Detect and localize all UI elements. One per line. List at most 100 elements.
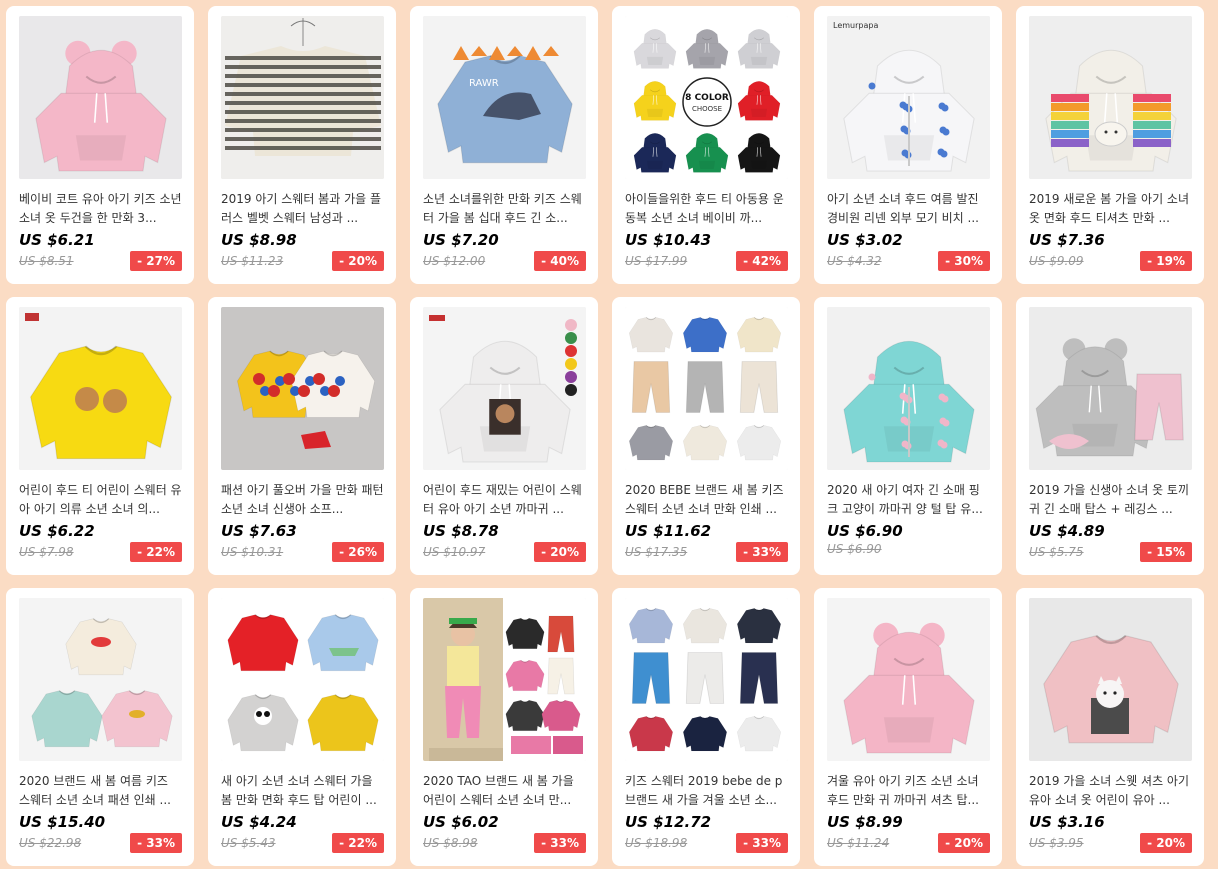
product-grid: 베이비 코트 유아 아기 키즈 소년 소녀 옷 두건을 한 만화 3... US… bbox=[6, 6, 1204, 866]
original-price: US $5.75 bbox=[1029, 545, 1084, 559]
product-image[interactable] bbox=[19, 307, 182, 470]
product-title[interactable]: 어린이 후드 티 어린이 스웨터 유아 아기 의류 소년 소녀 의... bbox=[19, 481, 182, 519]
original-price: US $17.99 bbox=[625, 254, 688, 268]
original-price: US $10.97 bbox=[423, 545, 486, 559]
product-card[interactable]: 2019 가을 소녀 스웻 셔츠 아기 유아 소녀 옷 어린이 유아 ... U… bbox=[1016, 588, 1204, 866]
original-price: US $8.51 bbox=[19, 254, 74, 268]
price-row: US $17.35 - 33% bbox=[625, 542, 788, 562]
product-image[interactable] bbox=[625, 598, 788, 761]
product-title[interactable]: 2020 BEBE 브랜드 새 봄 키즈 스웨터 소년 소녀 만화 인쇄 ... bbox=[625, 481, 788, 519]
price-row: US $4.32 - 30% bbox=[827, 251, 990, 271]
original-price: US $18.98 bbox=[625, 836, 688, 850]
discount-badge: - 20% bbox=[1140, 833, 1192, 853]
discount-badge: - 27% bbox=[130, 251, 182, 271]
price-row: US $18.98 - 33% bbox=[625, 833, 788, 853]
product-image[interactable] bbox=[19, 16, 182, 179]
product-image[interactable] bbox=[221, 307, 384, 470]
discount-badge: - 20% bbox=[332, 251, 384, 271]
discount-badge: - 22% bbox=[332, 833, 384, 853]
product-price: US $6.21 bbox=[19, 231, 95, 249]
product-card[interactable]: 2020 BEBE 브랜드 새 봄 키즈 스웨터 소년 소녀 만화 인쇄 ...… bbox=[612, 297, 800, 575]
product-title[interactable]: 어린이 후드 재밌는 어린이 스웨터 유아 아기 소년 까마귀 ... bbox=[423, 481, 586, 519]
product-card[interactable]: 베이비 코트 유아 아기 키즈 소년 소녀 옷 두건을 한 만화 3... US… bbox=[6, 6, 194, 284]
product-image[interactable] bbox=[625, 307, 788, 470]
discount-badge: - 40% bbox=[534, 251, 586, 271]
original-price: US $9.09 bbox=[1029, 254, 1084, 268]
product-price: US $3.16 bbox=[1029, 813, 1105, 831]
product-card[interactable]: RAWR 소년 소녀를위한 만화 키즈 스웨터 가을 봄 십대 후드 긴 소..… bbox=[410, 6, 598, 284]
product-card[interactable]: 2019 아기 스웨터 봄과 가을 플러스 벨벳 스웨터 남성과 ... US … bbox=[208, 6, 396, 284]
product-card[interactable]: 2019 가을 신생아 소녀 옷 토끼 귀 긴 소매 탑스 + 레깅스 ... … bbox=[1016, 297, 1204, 575]
price-row: US $11.23 - 20% bbox=[221, 251, 384, 271]
original-price: US $17.35 bbox=[625, 545, 688, 559]
original-price: US $10.31 bbox=[221, 545, 284, 559]
product-card[interactable]: 어린이 후드 티 어린이 스웨터 유아 아기 의류 소년 소녀 의... US … bbox=[6, 297, 194, 575]
product-card[interactable]: 2020 TAO 브랜드 새 봄 가을 어린이 스웨터 소년 소녀 만... U… bbox=[410, 588, 598, 866]
product-card[interactable]: 8 COLOR CHOOSE 아이들을위한 후드 티 아동용 운동복 소년 소녀 … bbox=[612, 6, 800, 284]
product-price: US $7.20 bbox=[423, 231, 499, 249]
product-price: US $4.89 bbox=[1029, 522, 1105, 540]
product-title[interactable]: 새 아기 소년 소녀 스웨터 가을 봄 만화 면화 후드 탑 어린이 ... bbox=[221, 772, 384, 810]
product-image[interactable] bbox=[221, 598, 384, 761]
product-title[interactable]: 겨울 유아 아기 키즈 소년 소녀 후드 만화 귀 까마귀 셔츠 탑... bbox=[827, 772, 990, 810]
product-title[interactable]: 2020 새 아기 여자 긴 소매 핑크 고양이 까마귀 양 털 탑 유... bbox=[827, 481, 990, 519]
product-card[interactable]: 2020 새 아기 여자 긴 소매 핑크 고양이 까마귀 양 털 탑 유... … bbox=[814, 297, 1002, 575]
price-row: US $12.00 - 40% bbox=[423, 251, 586, 271]
product-title[interactable]: 2019 가을 신생아 소녀 옷 토끼 귀 긴 소매 탑스 + 레깅스 ... bbox=[1029, 481, 1192, 519]
product-image[interactable] bbox=[827, 307, 990, 470]
product-image[interactable] bbox=[827, 598, 990, 761]
product-title[interactable]: 2020 TAO 브랜드 새 봄 가을 어린이 스웨터 소년 소녀 만... bbox=[423, 772, 586, 810]
product-card[interactable]: 새 아기 소년 소녀 스웨터 가을 봄 만화 면화 후드 탑 어린이 ... U… bbox=[208, 588, 396, 866]
svg-text:8 COLOR: 8 COLOR bbox=[685, 93, 729, 103]
price-row: US $8.51 - 27% bbox=[19, 251, 182, 271]
price-row: US $7.98 - 22% bbox=[19, 542, 182, 562]
product-title[interactable]: 키즈 스웨터 2019 bebe de p 브랜드 새 가을 겨울 소년 소..… bbox=[625, 772, 788, 810]
discount-badge: - 19% bbox=[1140, 251, 1192, 271]
original-price: US $7.98 bbox=[19, 545, 74, 559]
product-image[interactable] bbox=[1029, 598, 1192, 761]
product-title[interactable]: 2019 새로운 봄 가을 아기 소녀 옷 면화 후드 티셔츠 만화 ... bbox=[1029, 190, 1192, 228]
price-row: US $3.95 - 20% bbox=[1029, 833, 1192, 853]
product-title[interactable]: 베이비 코트 유아 아기 키즈 소년 소녀 옷 두건을 한 만화 3... bbox=[19, 190, 182, 228]
product-image[interactable]: RAWR bbox=[423, 16, 586, 179]
price-row: US $10.97 - 20% bbox=[423, 542, 586, 562]
product-price: US $11.62 bbox=[625, 522, 712, 540]
product-image[interactable]: Lemurpapa bbox=[827, 16, 990, 179]
discount-badge: - 33% bbox=[736, 833, 788, 853]
product-card[interactable]: 2019 새로운 봄 가을 아기 소녀 옷 면화 후드 티셔츠 만화 ... U… bbox=[1016, 6, 1204, 284]
svg-text:Lemurpapa: Lemurpapa bbox=[833, 21, 878, 30]
product-card[interactable]: 겨울 유아 아기 키즈 소년 소녀 후드 만화 귀 까마귀 셔츠 탑... US… bbox=[814, 588, 1002, 866]
product-card[interactable]: 키즈 스웨터 2019 bebe de p 브랜드 새 가을 겨울 소년 소..… bbox=[612, 588, 800, 866]
original-price: US $11.23 bbox=[221, 254, 284, 268]
product-title[interactable]: 2019 아기 스웨터 봄과 가을 플러스 벨벳 스웨터 남성과 ... bbox=[221, 190, 384, 228]
product-price: US $7.36 bbox=[1029, 231, 1105, 249]
product-title[interactable]: 2019 가을 소녀 스웻 셔츠 아기 유아 소녀 옷 어린이 유아 ... bbox=[1029, 772, 1192, 810]
product-image[interactable] bbox=[19, 598, 182, 761]
product-card[interactable]: 2020 브랜드 새 봄 여름 키즈 스웨터 소년 소녀 패션 인쇄 ... U… bbox=[6, 588, 194, 866]
product-title[interactable]: 2020 브랜드 새 봄 여름 키즈 스웨터 소년 소녀 패션 인쇄 ... bbox=[19, 772, 182, 810]
product-title[interactable]: 아기 소년 소녀 후드 여름 발진 경비원 리넨 외부 모기 비치 ... bbox=[827, 190, 990, 228]
product-price: US $8.78 bbox=[423, 522, 499, 540]
product-image[interactable] bbox=[1029, 307, 1192, 470]
price-row: US $6.90 bbox=[827, 542, 990, 556]
product-title[interactable]: 패션 아기 풀오버 가을 만화 패턴 소년 소녀 신생아 소프... bbox=[221, 481, 384, 519]
discount-badge: - 33% bbox=[130, 833, 182, 853]
product-card[interactable]: 패션 아기 풀오버 가을 만화 패턴 소년 소녀 신생아 소프... US $7… bbox=[208, 297, 396, 575]
product-card[interactable]: 어린이 후드 재밌는 어린이 스웨터 유아 아기 소년 까마귀 ... US $… bbox=[410, 297, 598, 575]
discount-badge: - 26% bbox=[332, 542, 384, 562]
product-image[interactable] bbox=[1029, 16, 1192, 179]
product-image[interactable] bbox=[221, 16, 384, 179]
discount-badge: - 33% bbox=[736, 542, 788, 562]
product-price: US $8.99 bbox=[827, 813, 903, 831]
product-image[interactable] bbox=[423, 598, 586, 761]
product-card[interactable]: Lemurpapa 아기 소년 소녀 후드 여름 발진 경비원 리넨 외부 모기… bbox=[814, 6, 1002, 284]
product-image[interactable]: 8 COLOR CHOOSE bbox=[625, 16, 788, 179]
product-price: US $6.22 bbox=[19, 522, 95, 540]
product-title[interactable]: 소년 소녀를위한 만화 키즈 스웨터 가을 봄 십대 후드 긴 소... bbox=[423, 190, 586, 228]
product-price: US $12.72 bbox=[625, 813, 712, 831]
product-image[interactable] bbox=[423, 307, 586, 470]
original-price: US $12.00 bbox=[423, 254, 486, 268]
price-row: US $9.09 - 19% bbox=[1029, 251, 1192, 271]
product-title[interactable]: 아이들을위한 후드 티 아동용 운동복 소년 소녀 베이비 까... bbox=[625, 190, 788, 228]
product-price: US $6.02 bbox=[423, 813, 499, 831]
